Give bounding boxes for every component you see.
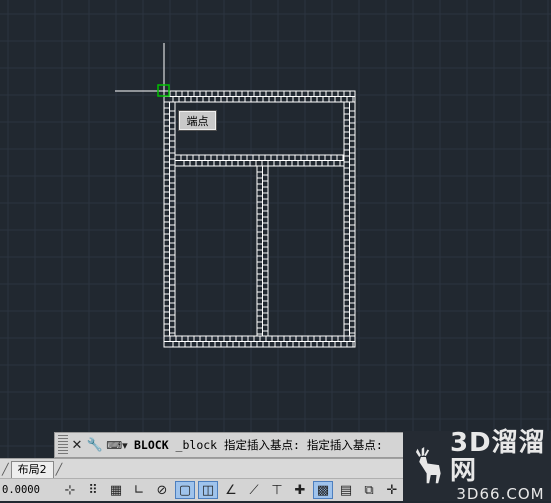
annotation-monitor-icon[interactable]: ✛: [382, 481, 402, 499]
object-snap-icon[interactable]: ▢: [175, 481, 195, 499]
command-line[interactable]: ✕ 🔧 ⌨▾ BLOCK _block 指定插入基点: 指定插入基点:: [54, 432, 406, 458]
infer-constraints-icon[interactable]: ⊹: [60, 481, 80, 499]
transparency-icon[interactable]: ▩: [313, 481, 333, 499]
tab-separator: ╱: [2, 463, 9, 476]
dynamic-ucs-icon[interactable]: ⟋: [244, 481, 264, 499]
deer-logo-icon: [415, 447, 441, 484]
tab-layout2[interactable]: 布局2: [10, 461, 54, 478]
selection-cycling-icon[interactable]: ⧉: [359, 481, 379, 499]
coordinates-readout: 0.0000: [2, 484, 40, 496]
close-icon[interactable]: ✕: [68, 435, 86, 455]
tab-separator: ╱: [55, 463, 63, 476]
ortho-mode-icon[interactable]: ∟: [129, 481, 149, 499]
osnap-tooltip: 端点: [178, 110, 217, 131]
object-snap-tracking-icon[interactable]: ∠: [221, 481, 241, 499]
command-line-grip[interactable]: [58, 435, 68, 455]
grid-display-icon[interactable]: ▦: [106, 481, 126, 499]
command-text: BLOCK _block 指定插入基点: 指定插入基点:: [134, 437, 383, 453]
watermark-logo: 3D溜溜网 3D66.COM: [403, 428, 551, 503]
grid-lines: [0, 0, 551, 458]
polar-tracking-icon[interactable]: ⊘: [152, 481, 172, 499]
watermark-subtitle: 3D66.COM: [456, 485, 545, 503]
drawing-canvas[interactable]: [0, 0, 551, 458]
command-prompt-text: _block 指定插入基点: 指定插入基点:: [168, 438, 383, 452]
snap-mode-icon[interactable]: ⠿: [83, 481, 103, 499]
tab-label: 布局2: [17, 463, 47, 476]
3d-object-snap-icon[interactable]: ◫: [198, 481, 218, 499]
wrench-icon[interactable]: 🔧: [86, 435, 104, 455]
command-name: BLOCK: [134, 438, 169, 452]
lineweight-icon[interactable]: ✚: [290, 481, 310, 499]
dynamic-input-icon[interactable]: ⊤: [267, 481, 287, 499]
watermark-title: 3D溜溜网: [449, 428, 546, 486]
command-prompt-icon[interactable]: ⌨▾: [104, 435, 130, 455]
quick-properties-icon[interactable]: ▤: [336, 481, 356, 499]
